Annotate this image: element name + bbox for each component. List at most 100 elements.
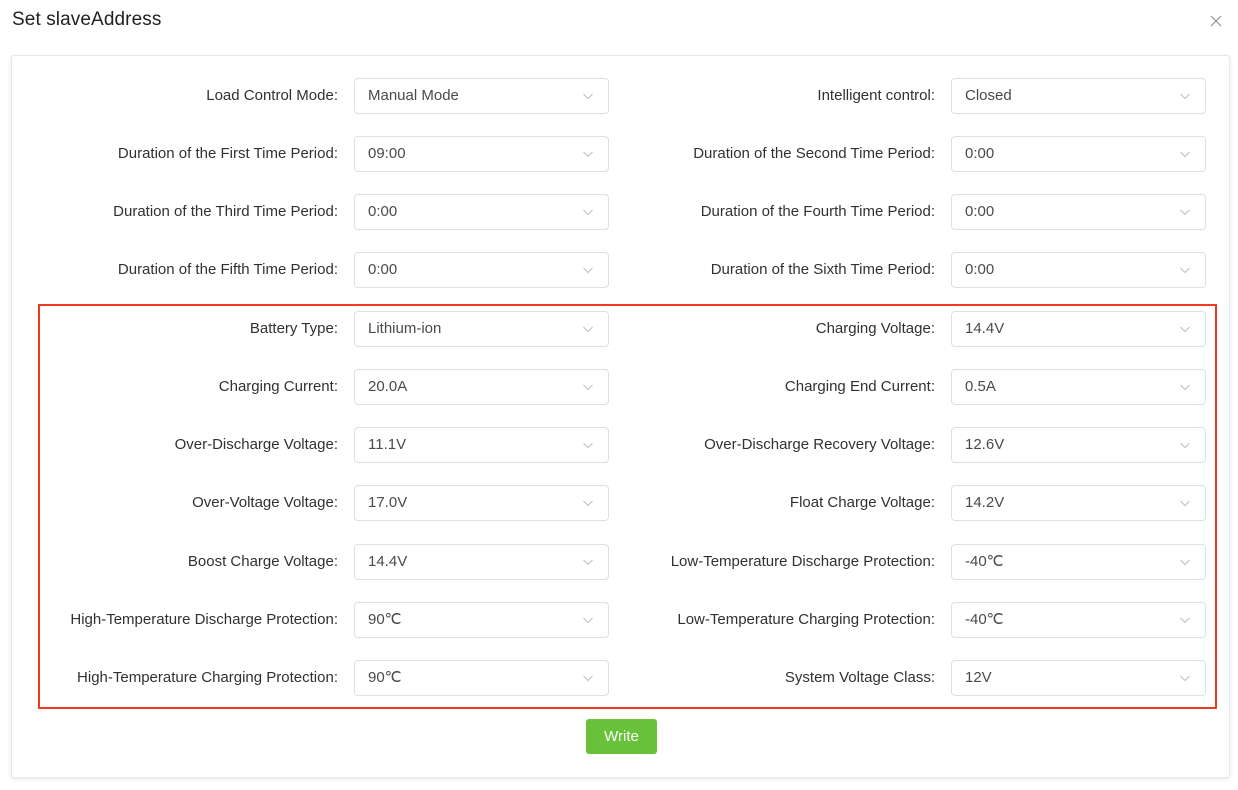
field-label: Duration of the Second Time Period: [693, 145, 935, 162]
chevron-down-icon [1180, 267, 1190, 274]
field-select[interactable]: 14.4V [354, 544, 609, 580]
chevron-down-icon [1180, 559, 1190, 566]
close-icon[interactable] [1207, 12, 1225, 30]
form-row: Duration of the First Time Period: 09:00 D… [12, 136, 1229, 172]
selected-value: 90℃ [368, 669, 402, 686]
chevron-down-icon [583, 93, 593, 100]
field-label: Duration of the Third Time Period: [113, 203, 338, 220]
field-label: Duration of the Fifth Time Period: [117, 261, 338, 278]
field-select[interactable]: 0:00 [354, 194, 609, 230]
field-label: Battery Type: [249, 320, 338, 337]
field-label: Float Charge Voltage: [789, 494, 935, 511]
selected-value: 14.4V [368, 553, 408, 570]
field-label: High-Temperature Charging Protection: [77, 669, 338, 686]
field-select[interactable]: -40℃ [951, 602, 1206, 638]
form-row: Charging Current: 20.0A Charging End Curre… [12, 369, 1229, 405]
selected-value: 0.5A [965, 378, 996, 395]
selected-value: 12.6V [965, 436, 1005, 453]
selected-value: 90℃ [368, 611, 402, 628]
field-label: Intelligent control: [817, 87, 935, 104]
chevron-down-icon [1180, 326, 1190, 333]
selected-value: 0:00 [965, 203, 995, 220]
field-label: System Voltage Class: [784, 669, 935, 686]
form-row: Duration of the Fifth Time Period: 0:00 Du… [12, 252, 1229, 288]
chevron-down-icon [583, 617, 593, 624]
selected-value: Closed [965, 87, 1012, 104]
selected-value: 09:00 [368, 145, 406, 162]
chevron-down-icon [1180, 93, 1190, 100]
field-select[interactable]: 0.5A [951, 369, 1206, 405]
chevron-down-icon [1180, 617, 1190, 624]
write-button[interactable]: Write [586, 719, 657, 754]
field-select[interactable]: 90℃ [354, 660, 609, 696]
field-select[interactable]: 12.6V [951, 427, 1206, 463]
field-select[interactable]: 0:00 [354, 252, 609, 288]
selected-value: 12V [965, 669, 992, 686]
field-label: Over-Discharge Voltage: [174, 436, 338, 453]
selected-value: 0:00 [368, 261, 398, 278]
field-select[interactable]: Manual Mode [354, 78, 609, 114]
chevron-down-icon [583, 559, 593, 566]
field-label: Duration of the Sixth Time Period: [710, 261, 935, 278]
field-select[interactable]: 90℃ [354, 602, 609, 638]
chevron-down-icon [1180, 675, 1190, 682]
selected-value: Manual Mode [368, 87, 459, 104]
form-row: Over-Discharge Voltage: 11.1V Over-Dischar… [12, 427, 1229, 463]
form-row: Load Control Mode: Manual Mode Intelligent… [12, 78, 1229, 114]
chevron-down-icon [583, 326, 593, 333]
field-select[interactable]: Lithium-ion [354, 311, 609, 347]
field-label: Load Control Mode: [206, 87, 338, 104]
form-row: High-Temperature Discharge Protection: 90… [12, 602, 1229, 638]
field-label: Over-Voltage Voltage: [192, 494, 338, 511]
chevron-down-icon [1180, 384, 1190, 391]
field-select[interactable]: 12V [951, 660, 1206, 696]
field-select[interactable]: Closed [951, 78, 1206, 114]
field-label: Charging Voltage: [815, 320, 935, 337]
field-label: Charging Current: [218, 378, 338, 395]
form-row: High-Temperature Charging Protection: 90℃… [12, 660, 1229, 696]
field-select[interactable]: 0:00 [951, 136, 1206, 172]
selected-value: 17.0V [368, 494, 408, 511]
chevron-down-icon [583, 209, 593, 216]
settings-form-card: Load Control Mode: Manual Mode Intelligent… [11, 55, 1230, 778]
field-select[interactable]: 09:00 [354, 136, 609, 172]
selected-value: 0:00 [965, 145, 995, 162]
chevron-down-icon [583, 384, 593, 391]
field-select[interactable]: 14.2V [951, 485, 1206, 521]
chevron-down-icon [1180, 500, 1190, 507]
form-row: Boost Charge Voltage: 14.4V Low-Temperatur… [12, 544, 1229, 580]
field-label: High-Temperature Discharge Protection: [70, 611, 338, 628]
field-label: Boost Charge Voltage: [187, 553, 338, 570]
field-label: Duration of the Fourth Time Period: [700, 203, 935, 220]
chevron-down-icon [583, 500, 593, 507]
form-row: Battery Type: Lithium-ion Charging Voltage… [12, 311, 1229, 347]
chevron-down-icon [1180, 151, 1190, 158]
selected-value: 14.2V [965, 494, 1005, 511]
field-select[interactable]: 17.0V [354, 485, 609, 521]
field-select[interactable]: 0:00 [951, 194, 1206, 230]
form-row: Over-Voltage Voltage: 17.0V Float Charge V… [12, 485, 1229, 521]
form-row: Duration of the Third Time Period: 0:00 Du… [12, 194, 1229, 230]
selected-value: 20.0A [368, 378, 408, 395]
selected-value: -40℃ [965, 611, 1004, 628]
field-select[interactable]: 14.4V [951, 311, 1206, 347]
field-label: Charging End Current: [784, 378, 935, 395]
field-select[interactable]: 20.0A [354, 369, 609, 405]
field-select[interactable]: -40℃ [951, 544, 1206, 580]
selected-value: 0:00 [368, 203, 398, 220]
selected-value: -40℃ [965, 553, 1004, 570]
field-select[interactable]: 0:00 [951, 252, 1206, 288]
chevron-down-icon [583, 442, 593, 449]
chevron-down-icon [1180, 442, 1190, 449]
selected-value: 0:00 [965, 261, 995, 278]
chevron-down-icon [1180, 209, 1190, 216]
chevron-down-icon [583, 675, 593, 682]
field-select[interactable]: 11.1V [354, 427, 609, 463]
dialog-title: Set slaveAddress [12, 9, 162, 30]
selected-value: 14.4V [965, 320, 1005, 337]
selected-value: Lithium-ion [368, 320, 442, 337]
field-label: Low-Temperature Discharge Protection: [670, 553, 935, 570]
field-label: Over-Discharge Recovery Voltage: [704, 436, 935, 453]
chevron-down-icon [583, 151, 593, 158]
field-label: Duration of the First Time Period: [117, 145, 338, 162]
